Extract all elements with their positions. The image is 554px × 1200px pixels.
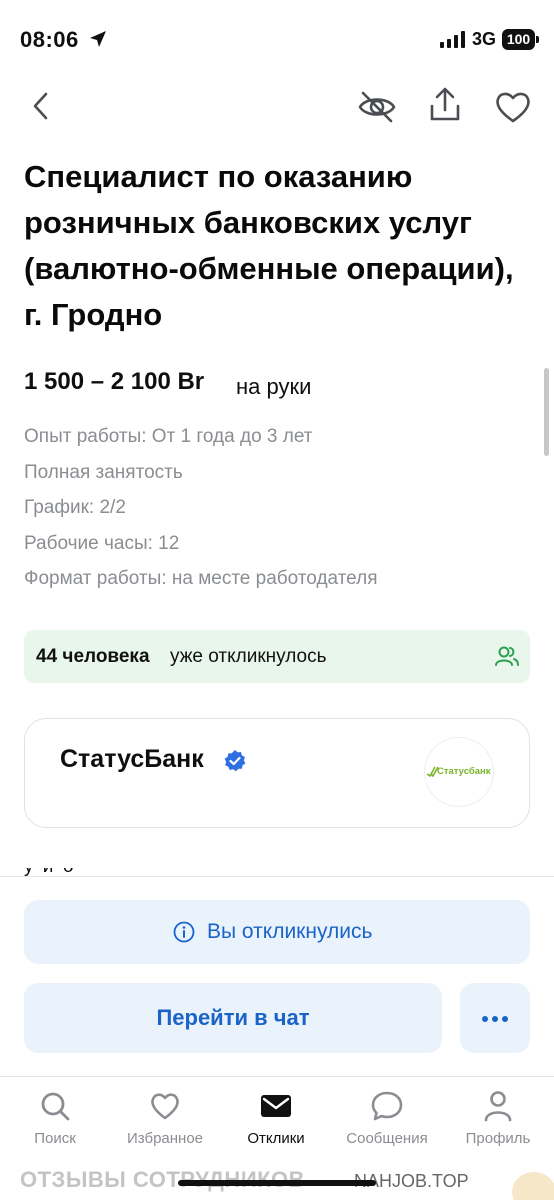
status-time: 08:06 xyxy=(20,27,79,52)
responded-button[interactable]: Вы откликнулись xyxy=(24,900,530,964)
home-indicator[interactable] xyxy=(178,1180,376,1186)
more-options-button[interactable] xyxy=(460,983,530,1053)
salary: 1 500 – 2 100 Br xyxy=(24,368,205,395)
eye-off-icon[interactable] xyxy=(356,86,398,128)
verified-badge-icon xyxy=(224,750,246,772)
emoji-face-icon xyxy=(512,1172,554,1200)
tab-favorites-label: Избранное xyxy=(126,1130,204,1147)
company-logo[interactable]: Статусбанк xyxy=(424,737,494,807)
tab-profile[interactable]: Профиль xyxy=(443,1077,553,1165)
chat-bubble-icon xyxy=(371,1091,403,1121)
people-icon xyxy=(495,646,519,666)
info-icon xyxy=(173,921,195,943)
heart-icon xyxy=(151,1093,179,1120)
tab-search[interactable]: Поиск xyxy=(0,1077,110,1165)
battery-icon: 100 xyxy=(502,29,535,50)
salary-note: на руки xyxy=(236,374,312,399)
detail-hours: Рабочие часы: 12 xyxy=(24,532,180,554)
tab-bar: Поиск Избранное Отклики Сообщения Профил… xyxy=(0,1077,554,1165)
tab-favorites[interactable]: Избранное xyxy=(110,1077,220,1165)
location-arrow-icon xyxy=(90,31,106,47)
detail-employment: Полная занятость xyxy=(24,461,183,483)
company-card[interactable]: СтатусБанк Статусбанк xyxy=(24,718,530,828)
vacancy-title: Специалист по оказанию розничных банковс… xyxy=(24,159,514,332)
tab-responses[interactable]: Отклики xyxy=(221,1077,331,1165)
search-icon xyxy=(41,1092,70,1121)
status-bar: 08:06 3G 100 xyxy=(0,0,554,80)
logo-text: Статусбанк xyxy=(437,766,491,777)
detail-work-format: Формат работы: на месте работодателя xyxy=(24,568,378,589)
tab-search-label: Поиск xyxy=(34,1130,76,1147)
detail-schedule: График: 2/2 xyxy=(24,497,126,518)
scrollbar[interactable] xyxy=(544,368,549,456)
tab-messages[interactable]: Сообщения xyxy=(332,1077,442,1165)
more-dots-icon xyxy=(492,1016,498,1022)
cellular-signal-icon xyxy=(440,31,465,48)
vacancy-details: Опыт работы: От 1 года до 3 лет Полная з… xyxy=(24,424,378,602)
go-to-chat-button[interactable]: Перейти в чат xyxy=(24,983,442,1053)
person-icon xyxy=(484,1091,512,1122)
network-type: 3G xyxy=(472,29,497,49)
heart-icon[interactable] xyxy=(492,86,534,128)
tab-messages-label: Сообщения xyxy=(346,1130,428,1147)
responses-text: уже откликнулось xyxy=(170,646,327,667)
more-dots-icon xyxy=(502,1016,508,1022)
more-dots-icon xyxy=(482,1016,488,1022)
tab-responses-label: Отклики xyxy=(247,1130,305,1147)
share-icon[interactable] xyxy=(424,84,466,126)
chevron-left-icon[interactable] xyxy=(22,86,62,126)
battery-tip xyxy=(536,36,539,43)
responses-count: 44 человека xyxy=(36,646,150,667)
envelope-icon xyxy=(261,1095,291,1117)
sheet-divider xyxy=(0,876,554,877)
tab-profile-label: Профиль xyxy=(465,1130,531,1147)
responses-banner: 44 человека уже откликнулось xyxy=(24,630,530,683)
responded-button-label: Вы откликнулись xyxy=(207,920,373,943)
company-name[interactable]: СтатусБанк xyxy=(60,745,204,774)
detail-experience: Опыт работы: От 1 года до 3 лет xyxy=(24,426,313,447)
